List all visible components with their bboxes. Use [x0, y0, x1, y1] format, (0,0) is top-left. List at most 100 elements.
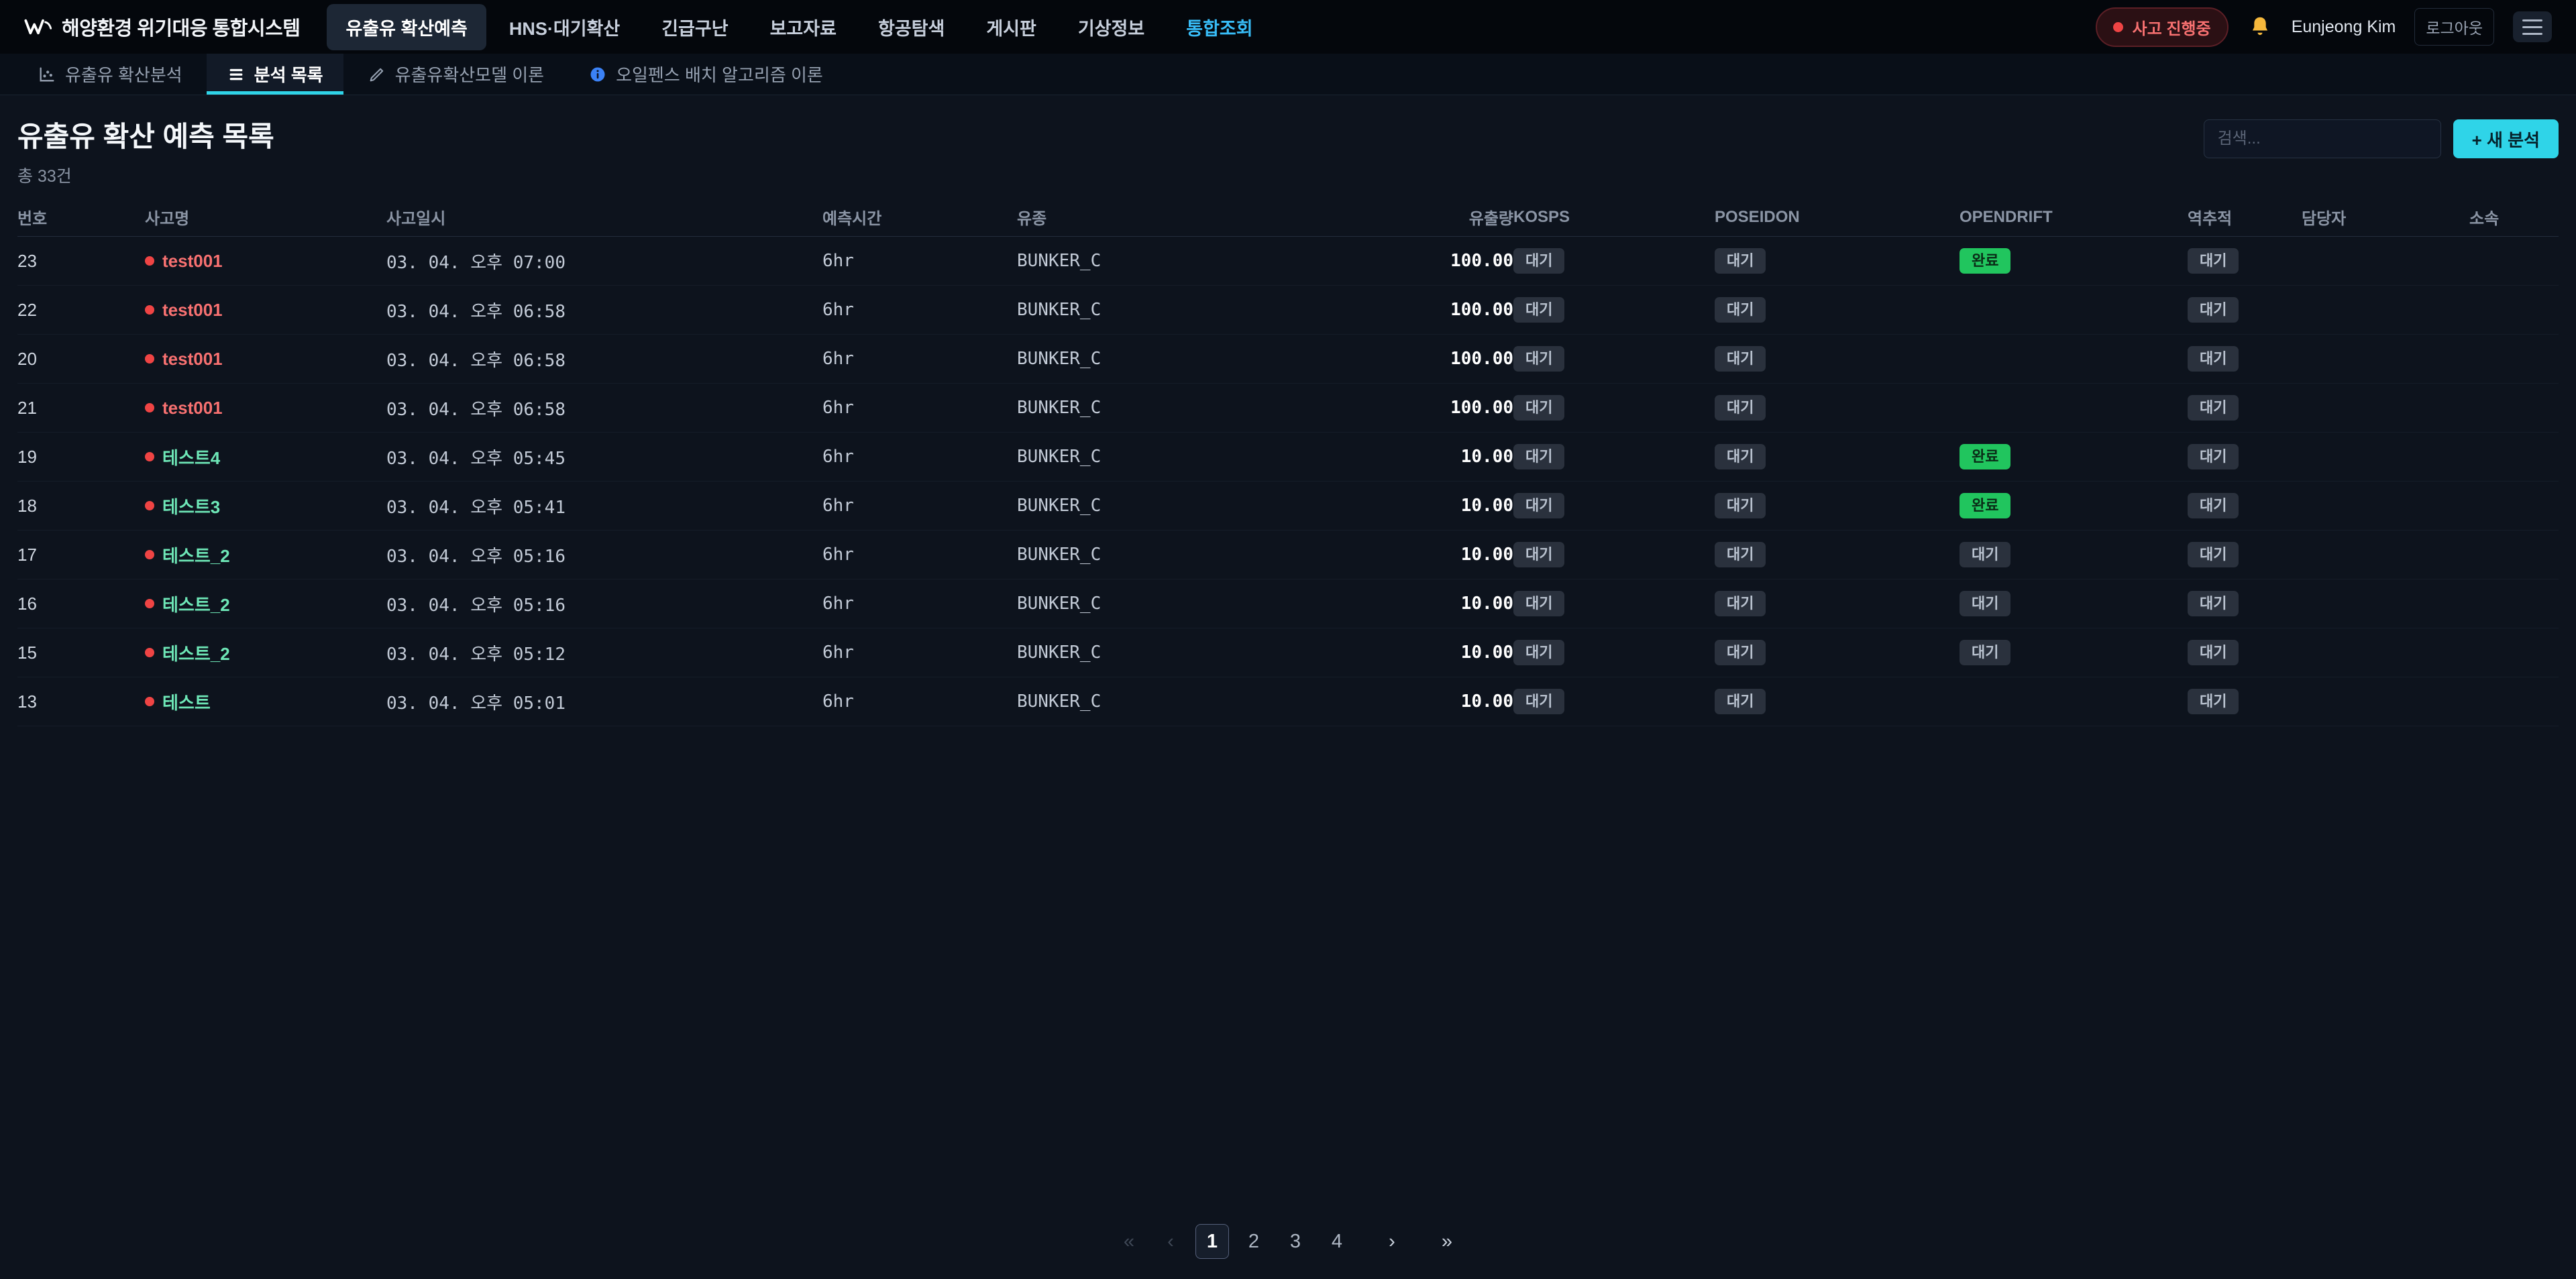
cell-kosps-status: 대기	[1513, 346, 1715, 372]
opendrift-status-badge: 대기	[1960, 640, 2010, 665]
cell-kosps-status: 대기	[1513, 591, 1715, 616]
table-row[interactable]: 17 테스트_2 03. 04. 오후 05:16 6hr BUNKER_C 1…	[17, 531, 2559, 579]
logout-button[interactable]: 로그아웃	[2414, 8, 2494, 46]
table-row[interactable]: 19 테스트4 03. 04. 오후 05:45 6hr BUNKER_C 10…	[17, 433, 2559, 482]
table-row[interactable]: 20 test001 03. 04. 오후 06:58 6hr BUNKER_C…	[17, 335, 2559, 384]
cell-oil-type: BUNKER_C	[1017, 643, 1393, 663]
incident-name-link[interactable]: 테스트	[162, 689, 211, 714]
cell-number: 21	[17, 398, 145, 419]
nav-item-4[interactable]: 보고자료	[751, 4, 855, 50]
cell-predict-time: 6hr	[822, 398, 1017, 418]
main-nav: 유출유 확산예측HNS·대기확산긴급구난보고자료항공탐색게시판기상정보통합조회	[327, 4, 1271, 50]
kosps-status-badge: 대기	[1513, 591, 1564, 616]
cell-incident-datetime: 03. 04. 오후 06:58	[386, 347, 822, 372]
new-analysis-button[interactable]: + 새 분석	[2453, 119, 2559, 158]
tab-3[interactable]: 유출유확산모델 이론	[347, 54, 565, 95]
nav-item-2[interactable]: HNS·대기확산	[490, 4, 639, 50]
incident-name-link[interactable]: 테스트_2	[162, 543, 230, 567]
nav-item-1[interactable]: 유출유 확산예측	[327, 4, 486, 50]
incident-name-link[interactable]: test001	[162, 398, 223, 419]
cell-oil-type: BUNKER_C	[1017, 447, 1393, 467]
table-row[interactable]: 16 테스트_2 03. 04. 오후 05:16 6hr BUNKER_C 1…	[17, 579, 2559, 628]
cell-spill-amount: 10.00	[1393, 447, 1513, 467]
notification-bell-button[interactable]	[2247, 14, 2273, 40]
tab-2[interactable]: 분석 목록	[207, 54, 343, 95]
poseidon-status-badge: 대기	[1715, 493, 1766, 518]
cell-spill-amount: 100.00	[1393, 300, 1513, 320]
cell-incident-datetime: 03. 04. 오후 05:01	[386, 689, 822, 714]
cell-opendrift-status: 대기	[1960, 542, 2188, 567]
cell-predict-time: 6hr	[822, 496, 1017, 516]
cell-poseidon-status: 대기	[1715, 591, 1960, 616]
nav-item-7[interactable]: 기상정보	[1059, 4, 1163, 50]
header-right: 사고 진행중 Eunjeong Kim 로그아웃	[2096, 7, 2552, 47]
cell-backtrack-status: 대기	[2188, 297, 2302, 323]
pagination-page-4[interactable]: 4	[1320, 1224, 1354, 1259]
nav-item-3[interactable]: 긴급구난	[643, 4, 747, 50]
table-row[interactable]: 22 test001 03. 04. 오후 06:58 6hr BUNKER_C…	[17, 286, 2559, 335]
table-body: 23 test001 03. 04. 오후 07:00 6hr BUNKER_C…	[17, 237, 2559, 726]
poseidon-status-badge: 대기	[1715, 248, 1766, 274]
incident-name-link[interactable]: 테스트_2	[162, 592, 230, 616]
backtrack-status-badge: 대기	[2188, 591, 2239, 616]
app-logo[interactable]: 해양환경 위기대응 통합시스템	[24, 13, 300, 41]
incident-name-link[interactable]: 테스트3	[162, 494, 220, 518]
opendrift-status-badge: 완료	[1960, 248, 2010, 274]
cell-poseidon-status: 대기	[1715, 248, 1960, 274]
cell-incident-datetime: 03. 04. 오후 05:41	[386, 494, 822, 518]
backtrack-status-badge: 대기	[2188, 640, 2239, 665]
pagination-nav-8[interactable]: »	[1430, 1224, 1464, 1259]
incident-name-link[interactable]: 테스트4	[162, 445, 220, 469]
nav-item-6[interactable]: 게시판	[967, 4, 1055, 50]
pagination: «‹1234›»	[0, 1224, 2576, 1259]
tab-label: 유출유 확산분석	[65, 62, 182, 87]
status-dot-icon	[145, 256, 154, 266]
kosps-status-badge: 대기	[1513, 542, 1564, 567]
cell-incident-name: 테스트	[145, 689, 386, 714]
pagination-nav-7[interactable]: ›	[1375, 1224, 1409, 1259]
nav-item-8[interactable]: 통합조회	[1167, 4, 1271, 50]
pencil-icon	[368, 65, 386, 84]
table-row[interactable]: 21 test001 03. 04. 오후 06:58 6hr BUNKER_C…	[17, 384, 2559, 433]
pagination-page-1[interactable]: 1	[1195, 1224, 1229, 1259]
cell-incident-datetime: 03. 04. 오후 05:12	[386, 641, 822, 665]
table-row[interactable]: 13 테스트 03. 04. 오후 05:01 6hr BUNKER_C 10.…	[17, 677, 2559, 726]
incident-name-link[interactable]: test001	[162, 349, 223, 370]
cell-oil-type: BUNKER_C	[1017, 594, 1393, 614]
pagination-page-2[interactable]: 2	[1237, 1224, 1271, 1259]
incident-name-link[interactable]: test001	[162, 251, 223, 272]
cell-number: 17	[17, 545, 145, 565]
status-dot-icon	[145, 550, 154, 559]
cell-spill-amount: 10.00	[1393, 691, 1513, 712]
cell-incident-name: test001	[145, 349, 386, 370]
tab-4[interactable]: 오일펜스 배치 알고리즘 이론	[568, 54, 843, 95]
cell-backtrack-status: 대기	[2188, 346, 2302, 372]
pagination-page-3[interactable]: 3	[1279, 1224, 1312, 1259]
column-header-11: 담당자	[2302, 205, 2469, 229]
cell-poseidon-status: 대기	[1715, 493, 1960, 518]
table-row[interactable]: 18 테스트3 03. 04. 오후 05:41 6hr BUNKER_C 10…	[17, 482, 2559, 531]
cell-oil-type: BUNKER_C	[1017, 349, 1393, 369]
incident-name-link[interactable]: test001	[162, 300, 223, 321]
cell-kosps-status: 대기	[1513, 395, 1715, 421]
cell-backtrack-status: 대기	[2188, 444, 2302, 469]
cell-opendrift-status: 완료	[1960, 248, 2188, 274]
cell-predict-time: 6hr	[822, 594, 1017, 614]
nav-item-5[interactable]: 항공탐색	[859, 4, 963, 50]
page-title-block: 유출유 확산 예측 목록 총 33건	[17, 114, 274, 187]
table-row[interactable]: 15 테스트_2 03. 04. 오후 05:12 6hr BUNKER_C 1…	[17, 628, 2559, 677]
tab-1[interactable]: 유출유 확산분석	[17, 54, 203, 95]
cell-backtrack-status: 대기	[2188, 493, 2302, 518]
status-dot-icon	[145, 697, 154, 706]
table-row[interactable]: 23 test001 03. 04. 오후 07:00 6hr BUNKER_C…	[17, 237, 2559, 286]
backtrack-status-badge: 대기	[2188, 493, 2239, 518]
search-input[interactable]	[2204, 119, 2441, 158]
cell-poseidon-status: 대기	[1715, 395, 1960, 421]
app-title: 해양환경 위기대응 통합시스템	[62, 13, 300, 41]
pagination-nav-2: ‹	[1154, 1224, 1187, 1259]
incident-name-link[interactable]: 테스트_2	[162, 641, 230, 665]
hamburger-menu-button[interactable]	[2513, 11, 2552, 42]
cell-predict-time: 6hr	[822, 691, 1017, 712]
kosps-status-badge: 대기	[1513, 640, 1564, 665]
incident-status-badge[interactable]: 사고 진행중	[2096, 7, 2229, 47]
